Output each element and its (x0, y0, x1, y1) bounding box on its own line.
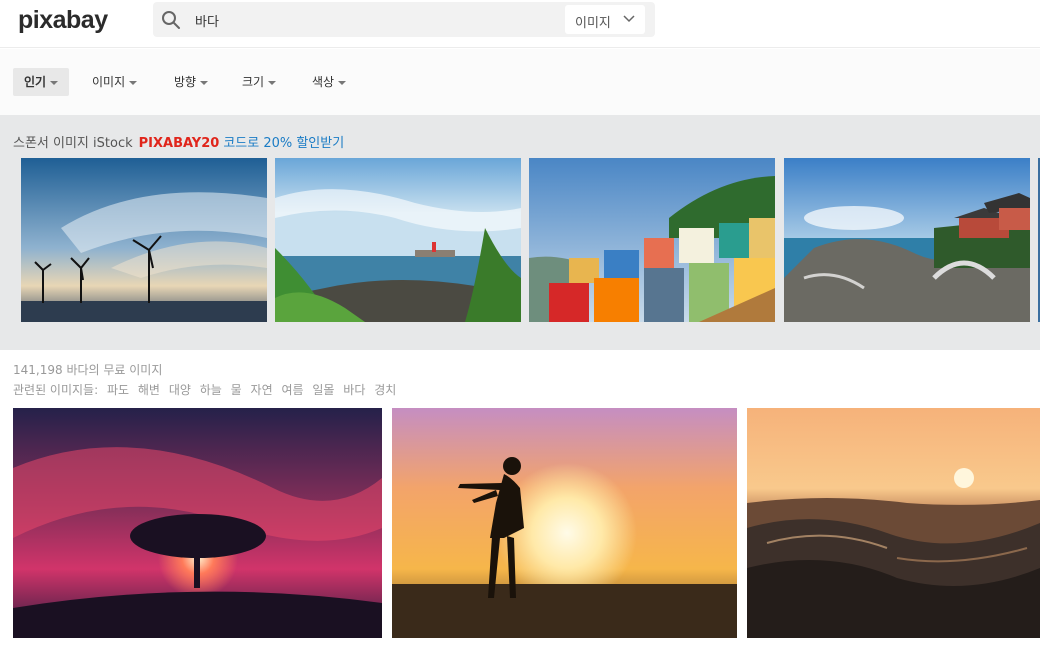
sponsored-image-coastline[interactable] (275, 158, 521, 322)
caret-down-icon (338, 80, 347, 85)
media-type-label: 이미지 (575, 16, 611, 31)
tree-sunset-photo (13, 408, 382, 638)
caret-down-icon (200, 80, 209, 85)
ocean-waves-sunset-photo (747, 408, 1040, 638)
wind-turbines-photo (21, 158, 267, 322)
result-image-ocean-waves[interactable] (747, 408, 1040, 638)
result-image-tree-sunset[interactable] (13, 408, 382, 638)
sponsored-label: 스폰서 이미지 iStock (13, 136, 133, 151)
sponsored-image-temple[interactable] (784, 158, 1030, 322)
caret-down-icon (268, 80, 277, 85)
seaside-temple-photo (784, 158, 1030, 322)
colorful-hillside-village-photo (529, 158, 775, 322)
related-label: 관련된 이미지들: (13, 383, 99, 397)
sponsored-line: 스폰서 이미지 iStock PIXABAY20 코드로 20% 할인받기 (13, 132, 344, 151)
filter-label: 크기 (242, 75, 265, 89)
filter-orientation[interactable]: 방향 (163, 68, 219, 96)
caret-down-icon (129, 80, 138, 85)
discount-link[interactable]: 코드로 20% 할인받기 (223, 136, 344, 151)
related-term[interactable]: 경치 (374, 383, 396, 397)
filter-label: 인기 (24, 75, 47, 89)
sponsored-image-village[interactable] (529, 158, 775, 322)
related-term[interactable]: 바다 (343, 383, 365, 397)
results-count: 141,198 바다의 무료 이미지 (13, 363, 163, 377)
filter-label: 색상 (312, 75, 335, 89)
woman-silhouette-sunset-photo (392, 408, 737, 638)
promo-code: PIXABAY20 (138, 136, 220, 151)
filter-image-type[interactable]: 이미지 (81, 68, 148, 96)
search-icon[interactable] (161, 10, 181, 30)
related-term[interactable]: 파도 (107, 383, 129, 397)
related-term[interactable]: 하늘 (200, 383, 222, 397)
related-term[interactable]: 대양 (169, 383, 191, 397)
result-image-woman-sunset[interactable] (392, 408, 737, 638)
filter-label: 이미지 (92, 75, 126, 89)
search-input[interactable]: 바다 (195, 11, 219, 30)
filter-color[interactable]: 색상 (301, 68, 357, 96)
media-type-dropdown[interactable]: 이미지 (565, 5, 645, 34)
related-term[interactable]: 해변 (138, 383, 160, 397)
sponsored-image-wind-turbines[interactable] (21, 158, 267, 322)
pixabay-logo[interactable]: pixabay (18, 6, 108, 35)
search-bar[interactable]: 바다 이미지 (153, 2, 655, 37)
chevron-down-icon (623, 15, 635, 23)
related-term[interactable]: 여름 (281, 383, 303, 397)
filter-popular[interactable]: 인기 (13, 68, 70, 96)
related-term[interactable]: 일몰 (312, 383, 334, 397)
header: pixabay 바다 이미지 (0, 0, 1040, 48)
related-term[interactable]: 물 (231, 383, 242, 397)
coastal-rocks-lighthouse-photo (275, 158, 521, 322)
caret-down-icon (50, 80, 59, 85)
filter-label: 방향 (174, 75, 197, 89)
filter-size[interactable]: 크기 (231, 68, 287, 96)
related-searches: 관련된 이미지들: 파도 해변 대양 하늘 물 자연 여름 일몰 바다 경치 (13, 381, 401, 398)
filter-bar: 인기 이미지 방향 크기 색상 (0, 49, 1040, 115)
sponsored-section: 스폰서 이미지 iStock PIXABAY20 코드로 20% 할인받기 (0, 115, 1040, 350)
related-term[interactable]: 자연 (251, 383, 273, 397)
